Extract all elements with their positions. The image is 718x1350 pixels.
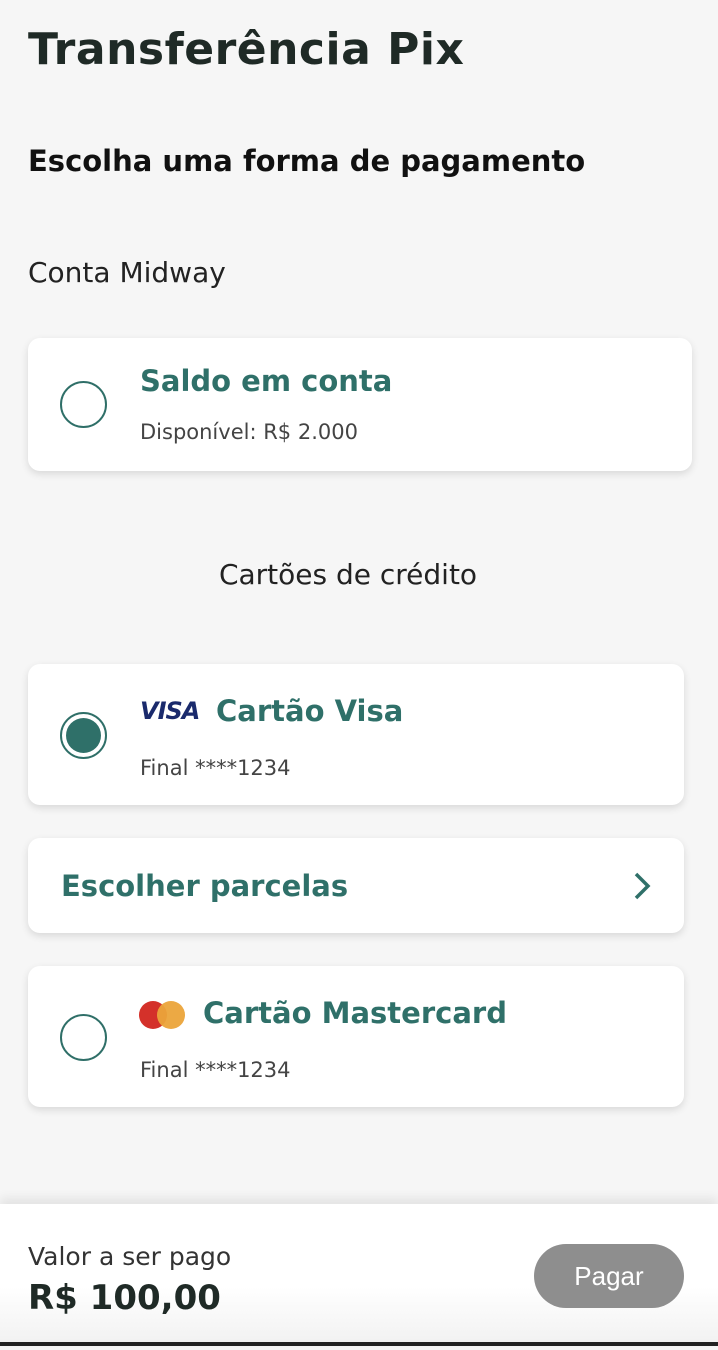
card-title: Cartão Visa <box>216 694 404 728</box>
option-account-balance[interactable]: Saldo em conta Disponível: R$ 2.000 <box>28 338 692 471</box>
radio-card-mastercard[interactable] <box>60 1014 107 1061</box>
mastercard-logo-icon <box>139 1001 185 1029</box>
option-subtitle: Disponível: R$ 2.000 <box>140 420 358 444</box>
section-title-cards: Cartões de crédito <box>218 558 478 591</box>
card-title: Cartão Mastercard <box>203 996 507 1030</box>
amount-label: Valor a ser pago <box>28 1242 232 1271</box>
option-card-mastercard[interactable]: Cartão Mastercard Final ****1234 <box>28 966 684 1107</box>
pay-button[interactable]: Pagar <box>534 1244 684 1308</box>
chevron-right-icon <box>634 872 651 900</box>
visa-logo-icon: VISA <box>140 697 200 725</box>
option-title: Saldo em conta <box>140 364 393 398</box>
amount-value: R$ 100,00 <box>28 1278 221 1318</box>
page-title: Transferência Pix <box>28 24 465 75</box>
radio-card-visa[interactable] <box>60 712 107 759</box>
payment-footer: Valor a ser pago R$ 100,00 Pagar <box>0 1204 718 1346</box>
section-title-account: Conta Midway <box>28 256 226 289</box>
installments-label: Escolher parcelas <box>61 869 349 903</box>
option-card-visa[interactable]: VISA Cartão Visa Final ****1234 <box>28 664 684 805</box>
page-subtitle: Escolha uma forma de pagamento <box>28 144 586 178</box>
card-subtitle: Final ****1234 <box>140 756 291 780</box>
card-subtitle: Final ****1234 <box>140 1058 291 1082</box>
radio-account-balance[interactable] <box>60 381 107 428</box>
choose-installments-button[interactable]: Escolher parcelas <box>28 838 684 933</box>
